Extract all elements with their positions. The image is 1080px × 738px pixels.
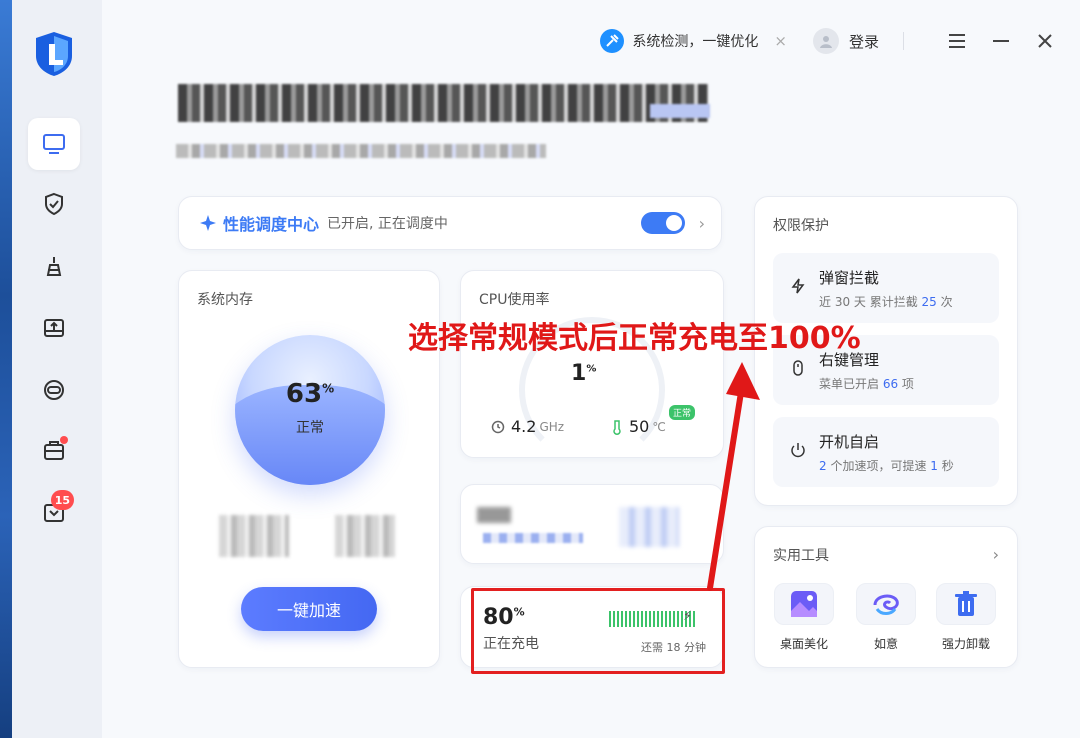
tool-force-uninstall[interactable]: 强力卸载 — [935, 583, 997, 652]
memory-card: 系统内存 63% 正常 一键加速 — [178, 270, 440, 668]
cpu-value: 1% — [571, 361, 597, 386]
mouse-icon — [793, 360, 803, 376]
lightning-icon — [791, 278, 805, 294]
avatar-icon — [812, 28, 839, 54]
app-window: 15 系统检测，一键优化 × 登录 性能调度中心 已开启, 正在调度中 › 系统… — [12, 0, 1080, 738]
app-logo-icon — [36, 32, 72, 76]
sparkle-icon — [200, 215, 216, 231]
redacted-card — [460, 484, 724, 564]
device-name-redacted — [178, 84, 708, 122]
top-bar: 系统检测，一键优化 × 登录 — [600, 26, 1056, 56]
performance-center-status: 已开启, 正在调度中 — [327, 216, 448, 232]
sidebar-item-computer[interactable] — [28, 118, 80, 170]
performance-center-bar[interactable]: 性能调度中心 已开启, 正在调度中 › — [178, 196, 722, 250]
menu-button[interactable] — [946, 30, 968, 52]
login-label: 登录 — [848, 32, 879, 51]
tools-card-title: 实用工具 — [773, 548, 829, 564]
monitor-icon — [43, 134, 65, 154]
chevron-right-icon: › — [698, 213, 705, 233]
sidebar: 15 — [12, 0, 102, 738]
sidebar-item-disk[interactable] — [28, 302, 80, 354]
broom-icon — [46, 257, 62, 276]
annotation-text: 选择常规模式后正常充电至100% — [408, 321, 861, 356]
image-gallery-icon — [791, 591, 817, 617]
vr-goggles-icon — [44, 380, 64, 400]
memory-card-title: 系统内存 — [197, 292, 253, 308]
thermometer-icon — [613, 419, 621, 435]
minimize-button[interactable] — [990, 30, 1012, 52]
notification-dot — [60, 436, 68, 444]
memory-stat-redacted — [219, 515, 289, 557]
device-subtitle-redacted — [176, 144, 546, 158]
utility-tools-card: 实用工具 › 桌面美化 如意 强力卸载 — [754, 526, 1018, 668]
sidebar-item-network[interactable] — [28, 364, 80, 416]
memory-state: 正常 — [296, 420, 324, 436]
clock-icon — [491, 420, 505, 433]
sidebar-item-cleanup[interactable] — [28, 240, 80, 292]
annotation-arrow-icon — [707, 362, 760, 591]
tools-more-chevron[interactable]: › — [993, 545, 999, 564]
cpu-card-title: CPU使用率 — [479, 292, 550, 308]
memory-gauge — [235, 335, 385, 485]
optimize-label: 系统检测，一键优化 — [632, 34, 759, 50]
cpu-temperature: 50 ℃ — [611, 417, 666, 436]
sidebar-item-toolbox[interactable] — [28, 424, 80, 476]
topbar-divider — [903, 32, 904, 50]
memory-stat-redacted — [335, 515, 395, 557]
close-icon — [1038, 34, 1052, 48]
sidebar-item-messages[interactable]: 15 — [28, 486, 80, 538]
performance-toggle[interactable] — [640, 212, 685, 234]
tool-desktop-beautify[interactable]: 桌面美化 — [773, 583, 835, 652]
cpu-frequency: 4.2 GHz — [491, 417, 564, 436]
memory-value: 63% — [285, 379, 335, 409]
system-optimize-link[interactable]: 系统检测，一键优化 — [600, 29, 758, 53]
startup-item[interactable]: 开机自启 2 个加速项，可提速 1 秒 — [773, 417, 999, 487]
device-tag-redacted — [650, 104, 710, 118]
tool-ruyi[interactable]: 如意 — [855, 583, 917, 652]
login-button[interactable]: 登录 — [812, 28, 879, 54]
minimize-icon — [993, 40, 1009, 42]
permission-card-title: 权限保护 — [773, 218, 829, 234]
temperature-status-badge: 正常 — [669, 405, 696, 420]
performance-center-title: 性能调度中心 — [223, 215, 320, 234]
hamburger-icon — [949, 34, 965, 48]
wrench-icon — [600, 29, 625, 53]
desktop-background — [0, 0, 12, 738]
cpu-card: CPU使用率 1% 4.2 GHz 50 ℃ 正常 — [460, 270, 724, 463]
power-icon — [791, 443, 805, 458]
trash-icon — [955, 591, 977, 616]
disk-icon — [44, 319, 64, 337]
dismiss-optimize-button[interactable]: × — [774, 32, 787, 50]
annotation-highlight-box — [471, 588, 725, 674]
boost-button[interactable]: 一键加速 — [241, 587, 377, 631]
close-button[interactable] — [1034, 30, 1056, 52]
message-count-badge: 15 — [50, 490, 74, 510]
shield-check-icon — [45, 192, 63, 216]
ruyi-swirl-icon — [873, 594, 899, 615]
sidebar-item-security[interactable] — [28, 178, 80, 230]
